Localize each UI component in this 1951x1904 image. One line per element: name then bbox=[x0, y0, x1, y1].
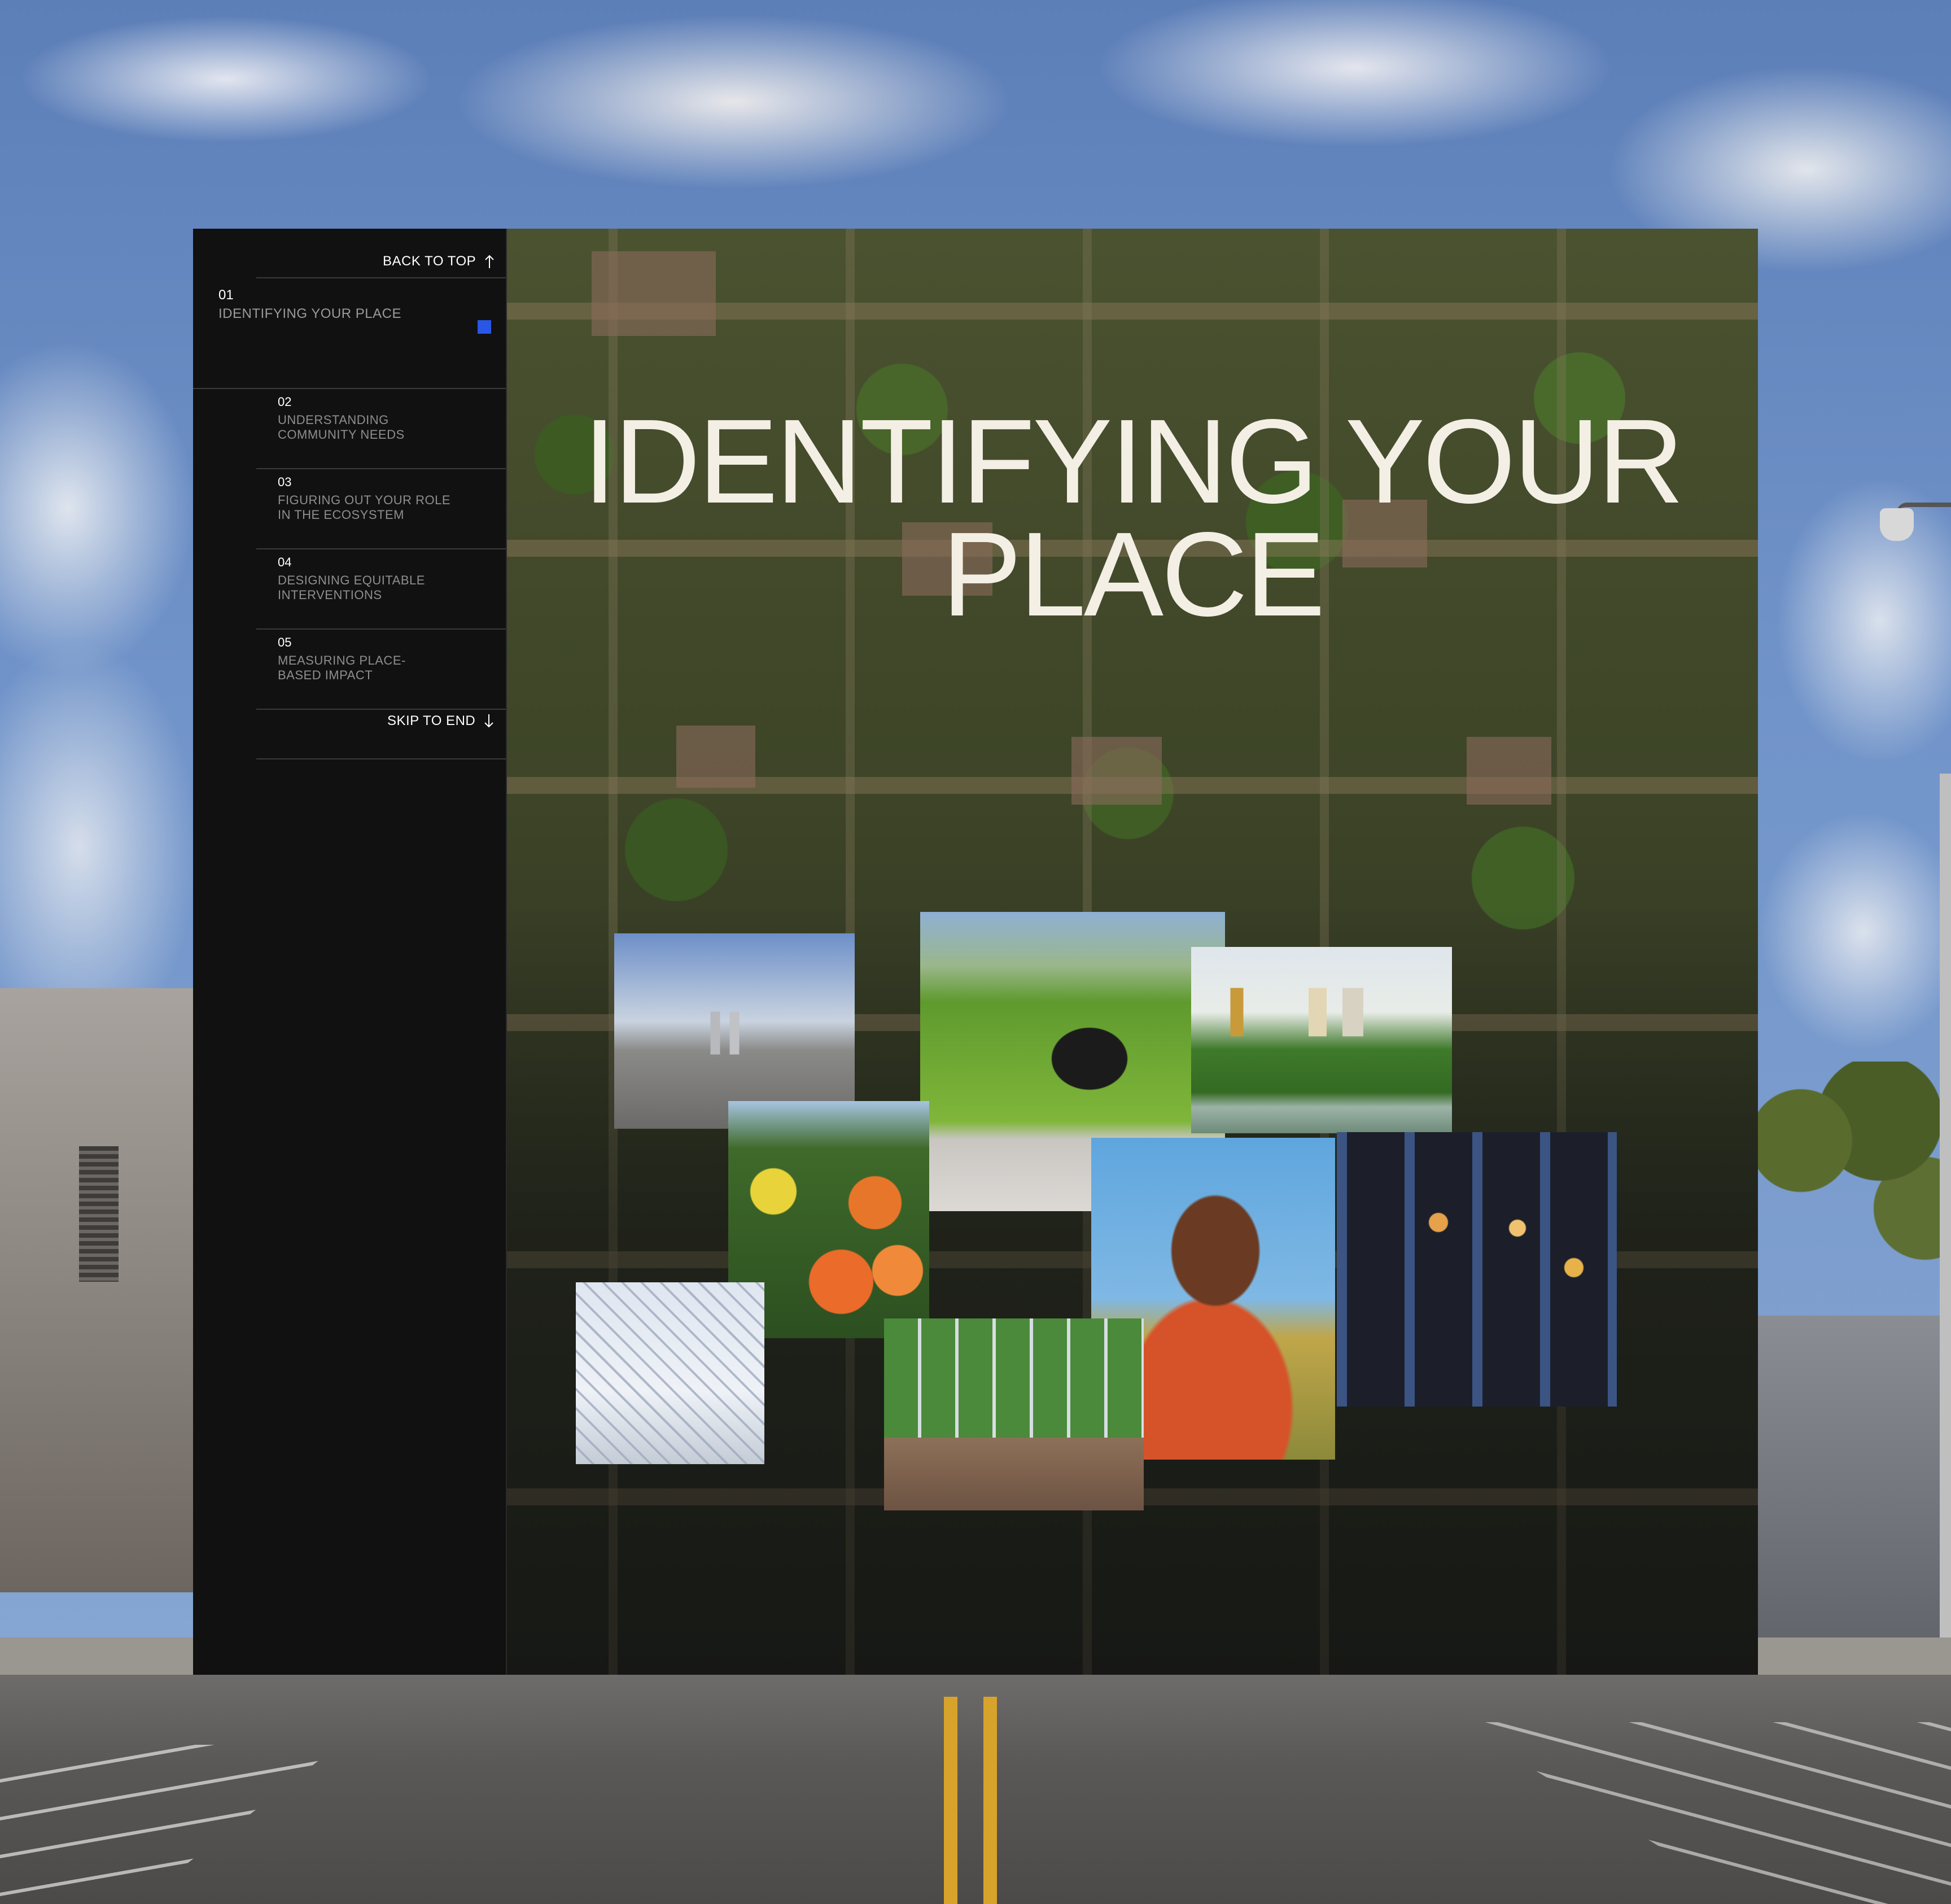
back-to-top-link[interactable]: BACK TO TOP bbox=[383, 254, 495, 269]
photo-library-interior bbox=[884, 1318, 1144, 1510]
title-line-2: PLACE bbox=[942, 507, 1325, 641]
section-number: 01 bbox=[218, 287, 234, 303]
divider bbox=[256, 758, 506, 759]
active-section-indicator bbox=[478, 320, 491, 334]
light-pole bbox=[1940, 774, 1951, 1677]
center-line bbox=[944, 1697, 957, 1904]
photo-bridge bbox=[576, 1282, 764, 1464]
section-number: 02 bbox=[278, 395, 292, 409]
main-panel: BACK TO TOP 01 IDENTIFYING YOUR PLACE 02… bbox=[193, 229, 1758, 1675]
center-line bbox=[983, 1697, 997, 1904]
back-to-top-label: BACK TO TOP bbox=[383, 254, 476, 269]
right-building bbox=[1756, 1316, 1951, 1666]
divider bbox=[256, 277, 506, 278]
section-label: DESIGNING EQUITABLE INTERVENTIONS bbox=[278, 573, 425, 602]
aerial-house bbox=[676, 726, 755, 788]
streetlamp-head bbox=[1880, 508, 1914, 541]
divider bbox=[256, 709, 506, 710]
aerial-house bbox=[1071, 737, 1162, 805]
skip-to-end-label: SKIP TO END bbox=[387, 713, 476, 728]
photo-storefront bbox=[1337, 1132, 1617, 1407]
photo-city-street bbox=[614, 933, 855, 1129]
arrow-down-icon bbox=[484, 714, 493, 728]
sidebar-nav: BACK TO TOP 01 IDENTIFYING YOUR PLACE 02… bbox=[193, 229, 507, 1675]
divider bbox=[193, 388, 506, 389]
left-building bbox=[0, 988, 193, 1592]
section-number: 03 bbox=[278, 475, 292, 489]
divider bbox=[256, 548, 506, 549]
section-number: 05 bbox=[278, 635, 292, 649]
section-label: IDENTIFYING YOUR PLACE bbox=[218, 306, 401, 321]
section-label: UNDERSTANDING COMMUNITY NEEDS bbox=[278, 413, 405, 442]
page-title: IDENTIFYING YOUR PLACE bbox=[507, 401, 1758, 634]
hero-section: IDENTIFYING YOUR PLACE bbox=[507, 229, 1758, 1675]
section-label: MEASURING PLACE-BASED IMPACT bbox=[278, 653, 406, 682]
section-label: FIGURING OUT YOUR ROLE IN THE ECOSYSTEM bbox=[278, 493, 451, 522]
right-trees bbox=[1756, 1062, 1951, 1327]
aerial-house bbox=[1467, 737, 1551, 805]
photo-skyline-river bbox=[1191, 947, 1452, 1133]
wall-graffiti bbox=[0, 1168, 143, 1464]
aerial-house bbox=[592, 251, 716, 336]
divider bbox=[256, 628, 506, 630]
divider bbox=[256, 468, 506, 469]
section-number: 04 bbox=[278, 555, 292, 569]
arrow-up-icon bbox=[485, 255, 494, 268]
skip-to-end-link[interactable]: SKIP TO END bbox=[387, 713, 495, 729]
